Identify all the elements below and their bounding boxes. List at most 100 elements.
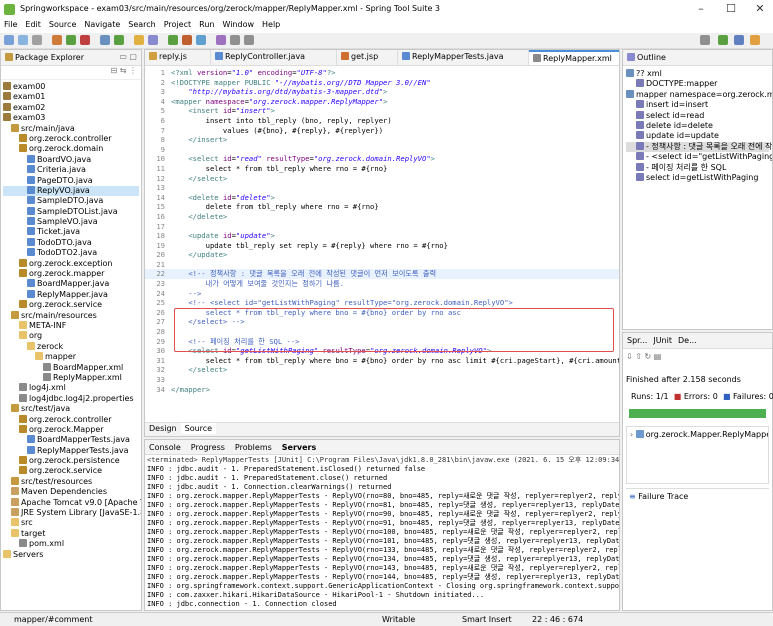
junit-tab[interactable]: JUnit xyxy=(653,336,672,345)
menu-help[interactable]: Help xyxy=(258,19,284,30)
tree-item[interactable]: org.zerock.service xyxy=(3,300,139,310)
tree-item[interactable]: ReplyVO.java xyxy=(3,185,139,197)
outline-item[interactable]: - 페이징 처리를 한 SQL xyxy=(626,162,769,173)
tree-item[interactable]: src/main/resources xyxy=(3,310,139,321)
tree-item[interactable]: org.zerock.controller xyxy=(3,133,139,144)
tree-item[interactable]: SampleVO.java xyxy=(3,217,139,227)
tab-problems[interactable]: Problems xyxy=(235,443,272,452)
tree-item[interactable]: org.zerock.mapper xyxy=(3,269,139,279)
junit-tab[interactable]: Spr... xyxy=(627,336,647,345)
tree-item[interactable]: org.zerock.exception xyxy=(3,258,139,269)
outline-item[interactable]: ?? xml xyxy=(626,69,769,79)
outline-item[interactable]: mapper namespace=org.zerock.mappe xyxy=(626,89,772,100)
tree-item[interactable]: src xyxy=(3,518,139,528)
tree-item[interactable]: SampleDTO.java xyxy=(3,196,139,206)
menu-edit[interactable]: Edit xyxy=(21,19,45,30)
tree-item[interactable]: org.zerock.controller xyxy=(3,414,139,425)
tree-item[interactable]: log4jdbc.log4j2.properties xyxy=(3,393,139,404)
save-icon[interactable] xyxy=(18,35,28,45)
tree-item[interactable]: JRE System Library [JavaSE-1.8] xyxy=(3,508,141,518)
collapse-all-icon[interactable]: ⊟ xyxy=(111,66,118,75)
close-button[interactable]: ✕ xyxy=(745,2,773,15)
new-icon[interactable] xyxy=(4,35,14,45)
code-editor[interactable]: 1 <?xml version="1.0" encoding="UTF-8"?> 2… xyxy=(145,66,619,409)
editor-tab[interactable]: ReplyMapperTests.java xyxy=(398,50,529,65)
nav-forward-icon[interactable] xyxy=(244,35,254,45)
outline-item[interactable]: - <select id="getListWithPaging" resu xyxy=(626,152,772,162)
tree-item[interactable]: exam03 xyxy=(3,113,139,123)
tree-item[interactable]: src/main/java xyxy=(3,123,139,134)
tree-item[interactable]: Servers xyxy=(3,549,139,560)
maximize-button[interactable]: ☐ xyxy=(716,2,746,15)
tab-servers[interactable]: Servers xyxy=(282,443,316,452)
tree-item[interactable]: exam00 xyxy=(3,82,139,92)
tree-item[interactable]: src/test/resources xyxy=(3,476,139,487)
tree-item[interactable]: ReplyMapper.xml xyxy=(3,372,139,383)
search-icon[interactable] xyxy=(700,35,710,45)
tree-item[interactable]: TodoDTO.java xyxy=(3,237,139,248)
spring-icon[interactable] xyxy=(196,35,206,45)
perspective-icon[interactable] xyxy=(718,35,728,45)
menu-project[interactable]: Project xyxy=(160,19,195,30)
tree-item[interactable]: Apache Tomcat v9.0 [Apache Tom xyxy=(3,497,141,508)
outline-item[interactable]: insert id=insert xyxy=(626,100,769,110)
tree-item[interactable]: org.zerock.persistence xyxy=(3,456,139,466)
tab-source[interactable]: Source xyxy=(180,423,217,434)
tree-item[interactable]: PageDTO.java xyxy=(3,175,139,186)
junit-rerun-icon[interactable]: ↻ xyxy=(645,352,652,361)
outline-item[interactable]: - 정책사항 : 댓글 목록을 오래 전에 작 xyxy=(626,141,772,153)
tree-item[interactable]: ReplyMapper.java xyxy=(3,289,139,300)
outline-item[interactable]: delete id=delete xyxy=(626,120,769,131)
junit-history-icon[interactable]: ▤ xyxy=(654,352,662,361)
tree-item[interactable]: BoardMapperTests.java xyxy=(3,435,139,445)
java-perspective-icon[interactable] xyxy=(734,35,744,45)
print-icon[interactable] xyxy=(32,35,42,45)
tree-item[interactable]: BoardVO.java xyxy=(3,154,139,165)
tree-item[interactable]: BoardMapper.xml xyxy=(3,362,139,373)
outline-item[interactable]: select id=read xyxy=(626,110,769,121)
tree-item[interactable]: BoardMapper.java xyxy=(3,279,139,289)
menu-run[interactable]: Run xyxy=(195,19,218,30)
editor-tab[interactable]: get.jsp xyxy=(337,50,398,65)
tree-item[interactable]: Criteria.java xyxy=(3,165,139,175)
tree-item[interactable]: target xyxy=(3,528,139,539)
tree-item[interactable]: exam01 xyxy=(3,92,139,102)
junit-test-item[interactable]: org.zerock.Mapper.ReplyMapperTests [ xyxy=(646,430,768,439)
tree-item[interactable]: src/test/java xyxy=(3,404,139,414)
tree-item[interactable]: ReplyMapperTests.java xyxy=(3,445,139,456)
outline-item[interactable]: update id=update xyxy=(626,131,769,141)
tab-console[interactable]: Console xyxy=(149,443,181,452)
menu-search[interactable]: Search xyxy=(124,19,159,30)
tree-item[interactable]: mapper xyxy=(3,352,139,362)
tree-item[interactable]: SampleDTOList.java xyxy=(3,206,139,217)
link-editor-icon[interactable]: ⇆ xyxy=(120,66,127,75)
open-type-icon[interactable] xyxy=(134,35,144,45)
tab-progress[interactable]: Progress xyxy=(191,443,225,452)
view-menu-icon[interactable]: ⋮ xyxy=(129,66,137,75)
run-app-icon[interactable] xyxy=(168,35,178,45)
nav-back-icon[interactable] xyxy=(230,35,240,45)
tree-item[interactable]: org.zerock.domain xyxy=(3,144,139,154)
menu-navigate[interactable]: Navigate xyxy=(80,19,124,30)
junit-prev-icon[interactable]: ⇧ xyxy=(635,352,642,361)
editor-tab[interactable]: ReplyMapper.xml xyxy=(529,50,619,65)
menu-window[interactable]: Window xyxy=(218,19,258,30)
tree-item[interactable]: exam02 xyxy=(3,102,139,113)
tree-item[interactable]: zerock xyxy=(3,341,139,352)
expand-icon[interactable]: › xyxy=(630,430,633,439)
junit-next-icon[interactable]: ⇩ xyxy=(626,352,633,361)
junit-tab[interactable]: De... xyxy=(678,336,697,345)
tree-item[interactable]: pom.xml xyxy=(3,539,139,549)
spring-perspective-icon[interactable] xyxy=(750,35,760,45)
build-icon[interactable] xyxy=(52,35,62,45)
tree-item[interactable]: log4j.xml xyxy=(3,383,139,393)
run-icon[interactable] xyxy=(66,35,76,45)
package-icon[interactable] xyxy=(100,35,110,45)
server-icon[interactable] xyxy=(114,35,124,45)
outline-item[interactable]: select id=getListWithPaging xyxy=(626,172,769,183)
tree-item[interactable]: Ticket.java xyxy=(3,227,139,237)
tree-item[interactable]: org.zerock.Mapper xyxy=(3,424,139,435)
editor-tab[interactable]: ReplyController.java xyxy=(211,50,337,65)
debug-icon[interactable] xyxy=(80,35,90,45)
tree-item[interactable]: org.zerock.service xyxy=(3,466,139,476)
